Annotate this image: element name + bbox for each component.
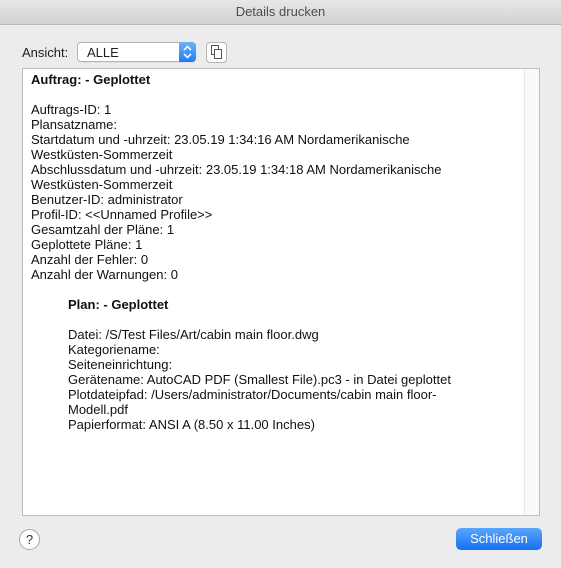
job-line: Startdatum und -uhrzeit: 23.05.19 1:34:1… [31, 132, 410, 147]
plan-section: Plan: - Geplottet Datei: /S/Test Files/A… [68, 297, 521, 432]
copy-button[interactable] [206, 42, 227, 63]
view-select[interactable]: ALLE [77, 42, 196, 62]
job-line: Abschlussdatum und -uhrzeit: 23.05.19 1:… [31, 162, 442, 177]
job-line: Anzahl der Fehler: 0 [31, 252, 149, 267]
updown-arrows-icon [179, 42, 196, 62]
job-line: Gesamtzahl der Pläne: 1 [31, 222, 175, 237]
job-line: Geplottete Pläne: 1 [31, 237, 143, 252]
details-panel[interactable]: Auftrag: - Geplottet Auftrags-ID: 1 Plan… [22, 68, 540, 516]
job-line: Westküsten-Sommerzeit [31, 177, 173, 192]
job-line: Anzahl der Warnungen: 0 [31, 267, 178, 282]
plan-line: Plotdateipfad: /Users/administrator/Docu… [68, 387, 437, 402]
help-button[interactable]: ? [19, 529, 40, 550]
close-button[interactable]: Schließen [456, 528, 542, 550]
plan-line: Gerätename: AutoCAD PDF (Smallest File).… [68, 372, 451, 387]
job-line: Benutzer-ID: administrator [31, 192, 183, 207]
window-title: Details drucken [0, 0, 561, 25]
plan-line: Datei: /S/Test Files/Art/cabin main floo… [68, 327, 319, 342]
plan-header: Plan: - Geplottet [68, 297, 169, 312]
job-line: Plansatzname: [31, 117, 117, 132]
plan-line: Kategoriename: [68, 342, 160, 357]
plan-line: Papierformat: ANSI A (8.50 x 11.00 Inche… [68, 417, 315, 432]
plan-line: Modell.pdf [68, 402, 128, 417]
job-line: Westküsten-Sommerzeit [31, 147, 173, 162]
details-content: Auftrag: - Geplottet Auftrags-ID: 1 Plan… [31, 72, 521, 432]
job-header: Auftrag: - Geplottet [31, 72, 151, 87]
scrollbar[interactable] [524, 69, 539, 515]
view-select-value: ALLE [87, 45, 119, 60]
plan-line: Seiteneinrichtung: [68, 357, 173, 372]
job-line: Auftrags-ID: 1 [31, 102, 112, 117]
job-line: Profil-ID: <<Unnamed Profile>> [31, 207, 213, 222]
view-label: Ansicht: [22, 45, 69, 60]
